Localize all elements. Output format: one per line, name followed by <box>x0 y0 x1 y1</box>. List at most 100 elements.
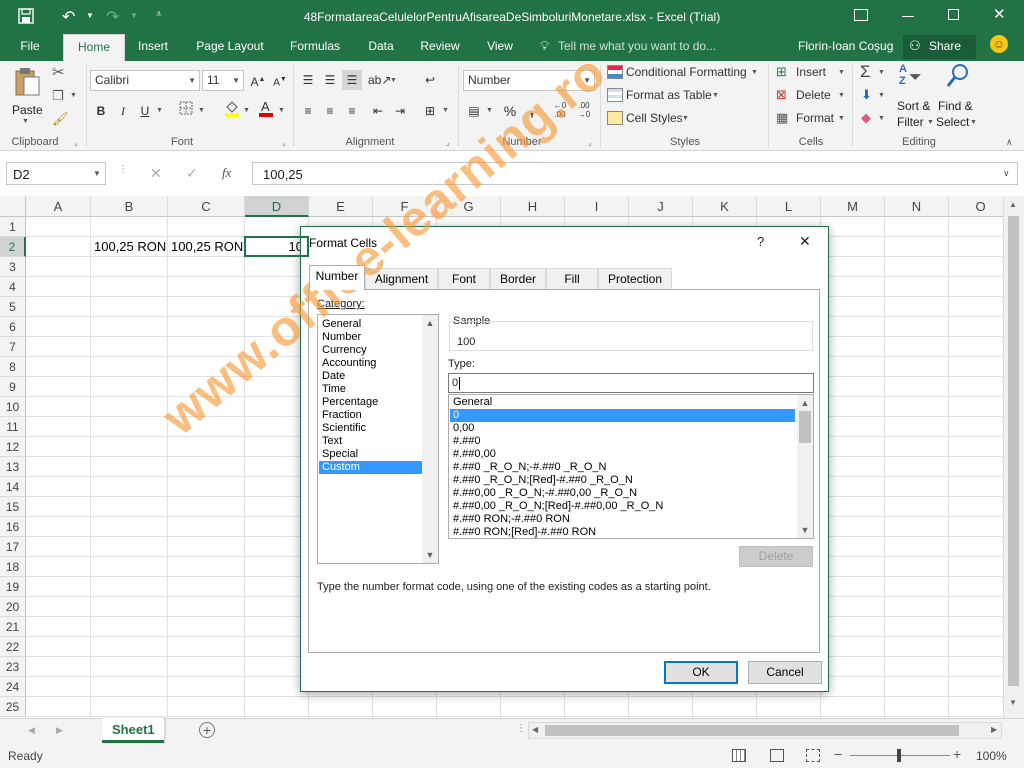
align-bottom-icon[interactable]: ☰ <box>342 70 362 90</box>
format-code-item[interactable]: 0 <box>450 409 795 422</box>
tab-home[interactable]: Home <box>63 34 125 61</box>
accounting-dropdown-icon[interactable]: ▼ <box>486 107 493 114</box>
number-launcher-icon[interactable]: ⌟ <box>588 138 592 147</box>
hscroll-thumb[interactable] <box>545 725 959 736</box>
row-header-17[interactable]: 17 <box>0 537 26 557</box>
delete-cells-button[interactable]: Delete <box>796 88 831 102</box>
delete-dropdown-icon[interactable]: ▼ <box>838 92 845 99</box>
column-header-m[interactable]: M <box>821 196 885 217</box>
format-cells-button[interactable]: Format <box>796 111 834 125</box>
row-header-23[interactable]: 23 <box>0 657 26 677</box>
tab-file[interactable]: File <box>8 34 52 61</box>
category-item-text[interactable]: Text <box>319 435 422 448</box>
add-sheet-icon[interactable]: + <box>199 722 215 738</box>
clear-icon[interactable]: ◆ <box>861 110 871 126</box>
row-header-19[interactable]: 19 <box>0 577 26 597</box>
row-header-24[interactable]: 24 <box>0 677 26 697</box>
row-header-11[interactable]: 11 <box>0 417 26 437</box>
fill-color-dropdown-icon[interactable]: ▼ <box>243 107 250 114</box>
cell-b2[interactable]: 100,25 RON <box>91 237 167 257</box>
format-code-item[interactable]: #.##0 _R_O_N;[Red]-#.##0 _R_O_N <box>450 474 795 487</box>
column-header-e[interactable]: E <box>309 196 373 217</box>
row-header-21[interactable]: 21 <box>0 617 26 637</box>
cancel-entry-icon[interactable]: ✕ <box>150 165 162 182</box>
align-top-icon[interactable]: ☰ <box>298 70 318 90</box>
column-header-g[interactable]: G <box>437 196 501 217</box>
dialog-tab-protection[interactable]: Protection <box>598 268 672 289</box>
normal-view-icon[interactable] <box>732 749 746 762</box>
format-code-item[interactable]: #.##0,00 _R_O_N;[Red]-#.##0,00 _R_O_N <box>450 500 795 513</box>
tell-me-box[interactable]: Tell me what you want to do... <box>558 39 716 53</box>
orientation-icon[interactable]: ab↗ <box>368 70 391 90</box>
column-header-a[interactable]: A <box>26 196 91 217</box>
insert-dropdown-icon[interactable]: ▼ <box>838 69 845 76</box>
dialog-tab-number[interactable]: Number <box>309 265 365 290</box>
row-header-15[interactable]: 15 <box>0 497 26 517</box>
paste-dropdown-icon[interactable]: ▼ <box>22 118 29 125</box>
scroll-left-icon[interactable]: ◀ <box>532 725 538 734</box>
dialog-close-icon[interactable]: ✕ <box>799 233 811 250</box>
format-code-item[interactable]: #.##0 _R_O_N;-#.##0 _R_O_N <box>450 461 795 474</box>
category-item-accounting[interactable]: Accounting <box>319 357 422 370</box>
scroll-up-icon[interactable]: ▲ <box>797 395 813 411</box>
copy-dropdown-icon[interactable]: ▼ <box>70 92 77 99</box>
row-header-6[interactable]: 6 <box>0 317 26 337</box>
column-header-b[interactable]: B <box>91 196 168 217</box>
borders-icon[interactable] <box>176 101 196 121</box>
zoom-level[interactable]: 100% <box>976 749 1007 763</box>
accounting-format-icon[interactable]: ▤ <box>464 101 484 121</box>
wrap-text-icon[interactable]: ↩ <box>420 70 440 90</box>
scroll-down-icon[interactable]: ▼ <box>797 522 813 538</box>
column-header-n[interactable]: N <box>885 196 949 217</box>
format-code-item[interactable]: #.##0 RON;[Red]-#.##0 RON <box>450 526 795 539</box>
decrease-indent-icon[interactable]: ⇤ <box>368 101 388 121</box>
underline-dropdown-icon[interactable]: ▼ <box>156 107 163 114</box>
conditional-formatting-dropdown-icon[interactable]: ▼ <box>751 69 758 76</box>
dialog-tab-border[interactable]: Border <box>490 268 546 289</box>
increase-indent-icon[interactable]: ⇥ <box>390 101 410 121</box>
column-header-i[interactable]: I <box>565 196 629 217</box>
scroll-down-icon[interactable]: ▼ <box>1009 698 1017 707</box>
scroll-right-icon[interactable]: ▶ <box>991 725 997 734</box>
autosum-icon[interactable]: Σ <box>860 62 871 82</box>
category-list[interactable]: General Number Currency Accounting Date Time P… <box>317 314 439 564</box>
sort-filter-button[interactable]: AZ ⏷ Sort & Filter ▼ <box>895 63 934 131</box>
horizontal-scrollbar[interactable]: ◀ ▶ <box>528 722 1002 739</box>
column-header-h[interactable]: H <box>501 196 565 217</box>
font-size-combo[interactable]: 11 ▼ <box>202 70 244 91</box>
delete-cells-icon[interactable]: ⊠ <box>776 87 787 103</box>
category-item-general[interactable]: General <box>319 318 422 331</box>
column-header-f[interactable]: F <box>373 196 437 217</box>
cell-styles-dropdown-icon[interactable]: ▼ <box>682 115 689 122</box>
merge-center-icon[interactable]: ⊞ <box>420 101 440 121</box>
row-header-22[interactable]: 22 <box>0 637 26 657</box>
font-color-dropdown-icon[interactable]: ▼ <box>278 107 285 114</box>
copy-icon[interactable]: ❐ <box>52 88 64 104</box>
conditional-formatting-icon[interactable] <box>607 65 623 79</box>
format-painter-icon[interactable]: 🖌︎ <box>52 111 69 127</box>
comma-style-icon[interactable]: , <box>522 101 542 121</box>
zoom-out-icon[interactable]: − <box>834 746 842 762</box>
category-item-currency[interactable]: Currency <box>319 344 422 357</box>
expand-formula-icon[interactable]: ∨ <box>1003 168 1010 179</box>
percent-button[interactable]: % <box>500 101 520 121</box>
alignment-launcher-icon[interactable]: ⌟ <box>446 138 450 147</box>
font-launcher-icon[interactable]: ⌟ <box>282 138 286 147</box>
row-header-14[interactable]: 14 <box>0 477 26 497</box>
row-header-3[interactable]: 3 <box>0 257 26 277</box>
borders-dropdown-icon[interactable]: ▼ <box>198 107 205 114</box>
share-button[interactable]: ⚇ Share <box>903 35 976 59</box>
dialog-tab-alignment[interactable]: Alignment <box>365 268 438 289</box>
format-as-table-icon[interactable] <box>607 88 623 102</box>
paste-button[interactable]: Paste <box>8 65 48 125</box>
decrease-font-icon[interactable]: A▼ <box>270 70 290 90</box>
category-item-custom[interactable]: Custom <box>319 461 422 474</box>
insert-function-button[interactable]: fx <box>222 165 231 181</box>
format-codes-scrollbar[interactable]: ▲ ▼ <box>797 395 813 538</box>
formula-input[interactable]: 100,25 ∨ <box>252 162 1018 185</box>
row-header-13[interactable]: 13 <box>0 457 26 477</box>
align-left-icon[interactable]: ≡ <box>298 101 318 121</box>
delete-format-button[interactable]: Delete <box>739 546 813 567</box>
cancel-button[interactable]: Cancel <box>748 661 822 684</box>
italic-button[interactable]: I <box>113 101 133 121</box>
